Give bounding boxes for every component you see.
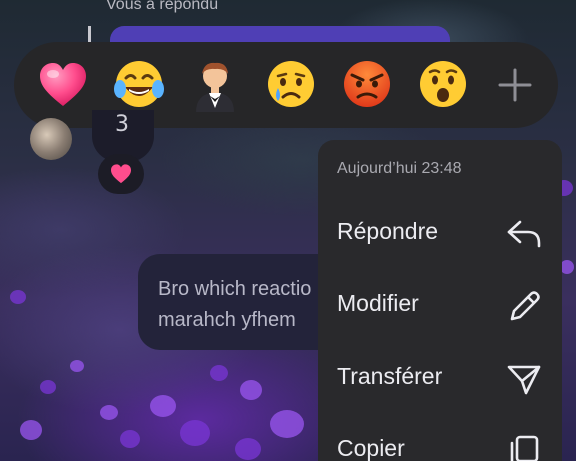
message-text: Bro which reactio marahch yfhem — [158, 274, 338, 336]
flower-decoration — [560, 260, 574, 274]
flower-decoration — [270, 410, 304, 438]
reply-indicator-bar — [88, 26, 91, 42]
flower-decoration — [150, 395, 176, 417]
menu-item-label: Répondre — [337, 218, 439, 244]
crying-face-icon — [268, 61, 314, 107]
previous-message-text: 3 — [115, 112, 129, 137]
flower-decoration — [235, 438, 261, 460]
reaction-tears-of-joy-button[interactable] — [112, 58, 166, 112]
menu-item-label: Copier — [337, 435, 405, 461]
reaction-pink-heart-button[interactable] — [36, 58, 90, 112]
pencil-icon — [510, 291, 540, 321]
menu-item-forward[interactable]: Transférer — [318, 347, 562, 407]
reply-icon — [507, 220, 541, 248]
menu-item-edit[interactable]: Modifier — [318, 274, 562, 334]
reaction-person-in-tuxedo-button[interactable] — [188, 58, 242, 112]
flower-decoration — [210, 365, 228, 381]
flower-decoration — [20, 420, 42, 440]
menu-item-label: Modifier — [337, 290, 419, 316]
message-text-line: Bro which reactio — [158, 278, 312, 300]
person-in-tuxedo-icon — [196, 62, 234, 112]
menu-item-copy[interactable]: Copier — [318, 419, 562, 461]
flower-decoration — [70, 360, 84, 372]
flower-decoration — [240, 380, 262, 400]
replied-label: Vous a répondu — [106, 0, 219, 13]
flower-decoration — [180, 420, 210, 446]
message-text-line: marahch yfhem — [158, 309, 296, 331]
more-reactions-button[interactable] — [488, 58, 542, 112]
copy-icon — [510, 435, 539, 461]
pink-heart-icon — [40, 63, 86, 106]
flower-decoration — [120, 430, 140, 448]
reaction-angry-face-button[interactable] — [340, 58, 394, 112]
message-context-menu: Aujourd’hui 23:48 Répondre Modifier Tran… — [318, 140, 562, 461]
menu-item-label: Transférer — [337, 363, 443, 389]
angry-face-icon — [344, 61, 390, 107]
avatar[interactable] — [30, 118, 72, 160]
tears-of-joy-icon — [114, 61, 164, 107]
selected-message-bubble[interactable]: Bro which reactio marahch yfhem — [138, 254, 338, 350]
send-icon — [507, 365, 541, 395]
message-timestamp: Aujourd’hui 23:48 — [337, 160, 462, 177]
reaction-surprised-face-button[interactable] — [416, 58, 470, 112]
surprised-face-icon — [420, 61, 466, 107]
reaction-crying-face-button[interactable] — [264, 58, 318, 112]
pink-heart-icon — [111, 164, 131, 184]
flower-decoration — [40, 380, 56, 394]
menu-item-reply[interactable]: Répondre — [318, 202, 562, 262]
flower-decoration — [10, 290, 26, 304]
flower-decoration — [100, 405, 118, 420]
message-reaction-badge[interactable] — [98, 154, 144, 194]
plus-icon — [498, 68, 532, 102]
